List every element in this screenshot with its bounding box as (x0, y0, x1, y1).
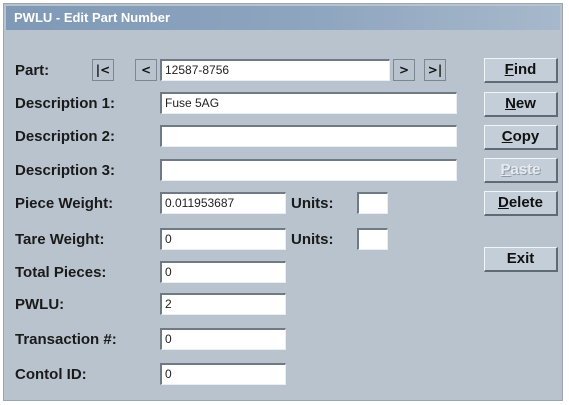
description-1-label: Description 1: (15, 95, 116, 112)
description-2-label: Description 2: (15, 128, 116, 145)
exit-button[interactable]: Exit (484, 247, 558, 272)
first-record-button[interactable]: |< (92, 59, 114, 81)
description-1-field[interactable]: Fuse 5AG (160, 92, 457, 114)
part-label: Part: (15, 62, 50, 79)
window-title: PWLU - Edit Part Number (14, 10, 171, 25)
previous-record-button[interactable]: < (135, 59, 157, 81)
find-accel: F (504, 61, 514, 78)
find-label-rest: ind (513, 61, 537, 78)
new-accel: N (505, 95, 516, 112)
total-pieces-field[interactable]: 0 (160, 261, 286, 283)
tare-weight-units-label: Units: (291, 231, 334, 248)
tare-weight-units-field[interactable] (357, 228, 388, 250)
transaction-field[interactable]: 0 (160, 328, 286, 350)
piece-weight-label: Piece Weight: (15, 195, 114, 212)
pwlu-label: PWLU: (15, 296, 65, 313)
description-2-field[interactable] (160, 125, 457, 147)
new-button[interactable]: New (484, 92, 558, 117)
transaction-label: Transaction #: (15, 331, 117, 348)
copy-button[interactable]: Copy (484, 125, 558, 150)
delete-label-rest: elete (508, 194, 544, 211)
tare-weight-field[interactable]: 0 (160, 228, 286, 250)
delete-accel: D (497, 194, 509, 211)
edit-part-number-window: PWLU - Edit Part Number Part: |< < 12587… (3, 3, 563, 401)
find-button[interactable]: Find (484, 58, 558, 83)
paste-button[interactable]: Paste (484, 158, 558, 183)
paste-accel: P (500, 161, 511, 178)
next-record-button[interactable]: > (393, 59, 415, 81)
copy-accel: C (501, 128, 513, 145)
description-3-label: Description 3: (15, 162, 116, 179)
pwlu-field[interactable]: 2 (160, 293, 286, 315)
piece-weight-units-field[interactable] (357, 192, 388, 214)
total-pieces-label: Total Pieces: (15, 264, 107, 281)
control-id-field[interactable]: 0 (160, 363, 286, 385)
description-3-field[interactable] (160, 159, 457, 181)
control-id-label: Contol ID: (15, 366, 87, 383)
paste-label-rest: aste (510, 161, 541, 178)
new-label-rest: ew (515, 95, 536, 112)
delete-button[interactable]: Delete (484, 191, 558, 216)
piece-weight-units-label: Units: (291, 195, 334, 212)
tare-weight-label: Tare Weight: (15, 231, 105, 248)
title-bar[interactable]: PWLU - Edit Part Number (6, 6, 560, 30)
piece-weight-field[interactable]: 0.011953687 (160, 192, 286, 214)
copy-label-rest: opy (512, 128, 540, 145)
last-record-button[interactable]: >| (424, 59, 446, 81)
part-number-field[interactable]: 12587-8756 (160, 59, 390, 81)
